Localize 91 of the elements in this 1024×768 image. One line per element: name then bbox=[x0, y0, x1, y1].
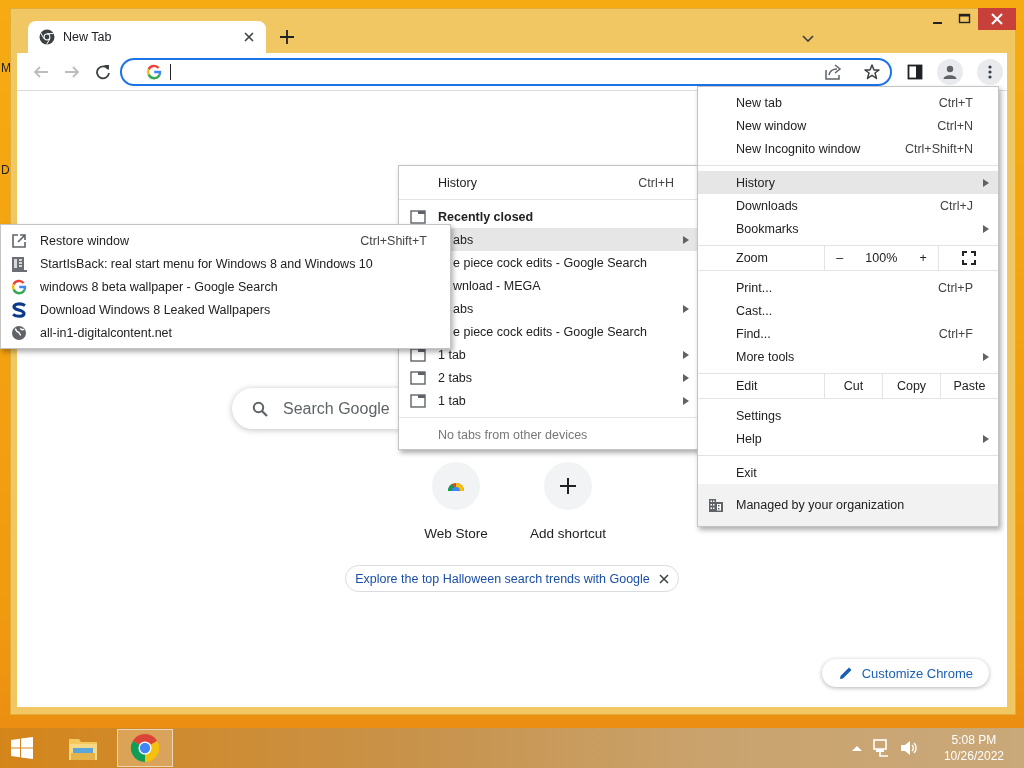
close-icon[interactable] bbox=[244, 32, 254, 42]
logo-icon bbox=[11, 301, 27, 318]
share-icon[interactable] bbox=[825, 63, 842, 80]
zoom-level: 100% bbox=[864, 251, 899, 265]
clock-date: 10/26/2022 bbox=[943, 748, 1004, 764]
menu-item[interactable]: windows 8 beta wallpaper - Google Search bbox=[1, 275, 450, 298]
edit-button[interactable]: Paste bbox=[940, 374, 998, 398]
menu-item[interactable]: Bookmarks bbox=[698, 217, 998, 240]
chrome-icon[interactable] bbox=[130, 733, 160, 763]
chrome-icon bbox=[39, 29, 55, 45]
menu-item[interactable]: Settings bbox=[698, 404, 998, 427]
store-icon bbox=[447, 480, 465, 492]
menu-item[interactable]: Print... Ctrl+P bbox=[698, 276, 998, 299]
tab-title: New Tab bbox=[63, 30, 113, 44]
pencil-icon bbox=[838, 666, 853, 680]
shortcut-label: Ctrl+J bbox=[939, 198, 973, 213]
menu-item[interactable]: Restore window Ctrl+Shift+T bbox=[1, 229, 450, 252]
menu-item[interactable]: abs bbox=[451, 228, 698, 251]
globe-icon bbox=[11, 324, 27, 341]
google-icon bbox=[11, 278, 27, 295]
menu-item[interactable]: wnload - MEGA bbox=[451, 274, 698, 297]
address-field[interactable] bbox=[120, 57, 892, 86]
shortcut-label: Ctrl+Shift+T bbox=[359, 233, 427, 248]
reload-icon[interactable] bbox=[95, 63, 111, 80]
search-icon bbox=[252, 401, 268, 417]
edit-label: Edit bbox=[735, 378, 759, 395]
menu-item[interactable]: 2 tabs bbox=[399, 366, 698, 389]
menu-item[interactable]: e piece cock edits - Google Search bbox=[451, 320, 698, 343]
fullscreen-icon[interactable] bbox=[961, 251, 976, 265]
managed-notice[interactable]: Managed by your organization bbox=[698, 484, 998, 526]
new-tab-icon[interactable] bbox=[280, 30, 294, 44]
google-icon bbox=[146, 63, 162, 80]
menu-item[interactable]: Help bbox=[698, 427, 998, 450]
clock-time: 5:08 PM bbox=[951, 732, 997, 748]
shortcut-label: Ctrl+P bbox=[936, 280, 973, 295]
zoom-out-button[interactable]: – bbox=[830, 251, 850, 265]
shortcut-tile[interactable]: Web Store bbox=[400, 462, 512, 541]
window-icon bbox=[410, 209, 426, 224]
text-cursor bbox=[170, 63, 171, 80]
menu-item[interactable]: History Ctrl+H bbox=[399, 171, 698, 194]
menu-item[interactable]: Exit bbox=[698, 461, 998, 484]
edit-button[interactable]: Cut bbox=[824, 374, 882, 398]
shortcut-label: Ctrl+N bbox=[936, 118, 973, 133]
shortcut-label: Ctrl+T bbox=[937, 95, 973, 110]
section-heading: Recently closed bbox=[438, 209, 534, 224]
external-window-icon bbox=[11, 232, 27, 249]
customize-button[interactable]: Customize Chrome bbox=[821, 659, 989, 687]
close-icon bbox=[991, 13, 1003, 25]
chevron-down-icon[interactable] bbox=[802, 35, 814, 43]
menu-item[interactable]: e piece cock edits - Google Search bbox=[451, 251, 698, 274]
menu-item[interactable]: Downloads Ctrl+J bbox=[698, 194, 998, 217]
page-icon bbox=[11, 255, 27, 272]
menu-item[interactable]: all-in1-digitalcontent.net bbox=[1, 321, 450, 344]
taskbar-app[interactable] bbox=[117, 729, 173, 767]
building-icon bbox=[708, 497, 724, 513]
window-icon bbox=[410, 393, 426, 408]
menu-item[interactable]: abs bbox=[451, 297, 698, 320]
desktop-icon-label[interactable]: M bbox=[1, 61, 11, 75]
menu-icon bbox=[988, 64, 992, 79]
empty-message: No tabs from other devices bbox=[438, 427, 588, 442]
menu-item[interactable]: 1 tab bbox=[399, 343, 698, 366]
person-icon bbox=[943, 64, 957, 79]
menu-item[interactable]: StartIsBack: real start menu for Windows 8 and Windows 10 bbox=[1, 252, 450, 275]
profile-button[interactable] bbox=[937, 58, 963, 85]
window-icon bbox=[410, 347, 426, 362]
shortcut-label: Ctrl+Shift+N bbox=[903, 141, 973, 156]
menu-item[interactable]: Cast... bbox=[698, 299, 998, 322]
menu-item[interactable]: More tools bbox=[698, 345, 998, 368]
browser-tab[interactable]: New Tab bbox=[28, 21, 266, 53]
menu-item[interactable]: New tab Ctrl+T bbox=[698, 91, 998, 114]
star-icon[interactable] bbox=[864, 63, 880, 80]
menu-item[interactable]: New window Ctrl+N bbox=[698, 114, 998, 137]
menu-item[interactable]: New Incognito window Ctrl+Shift+N bbox=[698, 137, 998, 160]
zoom-label: Zoom bbox=[735, 250, 769, 267]
edit-button[interactable]: Copy bbox=[882, 374, 940, 398]
window-icon bbox=[410, 370, 426, 385]
shortcut-label: Ctrl+H bbox=[637, 175, 674, 190]
side-panel-icon[interactable] bbox=[907, 63, 923, 80]
zoom-in-button[interactable]: + bbox=[913, 251, 933, 265]
close-icon[interactable] bbox=[658, 573, 669, 584]
menu-item[interactable]: History bbox=[698, 171, 998, 194]
shortcut-label: Ctrl+F bbox=[937, 326, 973, 341]
desktop-icon-label[interactable]: D bbox=[1, 163, 10, 177]
shortcut-tile[interactable]: Add shortcut bbox=[512, 462, 624, 541]
menu-button[interactable] bbox=[977, 58, 1003, 85]
menu-item[interactable]: Download Windows 8 Leaked Wallpapers bbox=[1, 298, 450, 321]
windows-logo-icon[interactable] bbox=[11, 737, 33, 759]
menu-item[interactable]: Find... Ctrl+F bbox=[698, 322, 998, 345]
menu-item[interactable]: 1 tab bbox=[399, 389, 698, 412]
plus-icon bbox=[560, 478, 576, 494]
close-button[interactable] bbox=[978, 8, 1016, 30]
